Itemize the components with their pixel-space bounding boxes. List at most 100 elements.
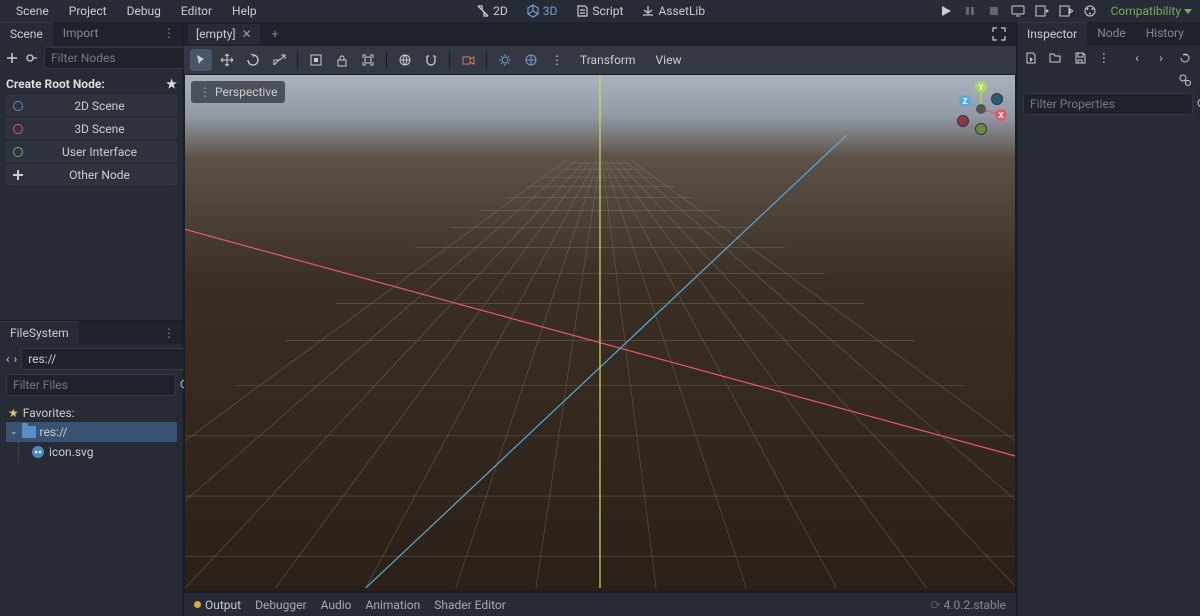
lock-button[interactable]	[331, 49, 353, 71]
3d-icon	[526, 4, 540, 18]
favorites-header: ★Favorites:	[6, 404, 177, 422]
menu-scene[interactable]: Scene	[8, 2, 57, 20]
rotate-mode-button[interactable]	[242, 49, 264, 71]
viewport-toolbar: ⋮ Transform View	[184, 46, 1016, 74]
favorite-star-icon[interactable]: ★	[166, 77, 177, 91]
godot-icon	[31, 445, 45, 459]
scene-dock-tab[interactable]: Scene	[0, 22, 53, 45]
z-axis-line	[365, 135, 846, 588]
import-dock-tab[interactable]: Import	[53, 22, 109, 44]
shader-editor-tab[interactable]: Shader Editor	[434, 598, 506, 612]
animation-tab[interactable]: Animation	[366, 598, 421, 612]
history-menu-button[interactable]	[1176, 49, 1194, 67]
3d-viewport[interactable]: ⋮Perspective X Y Z	[184, 74, 1016, 592]
inspector-more-icon[interactable]: ⋮	[1096, 49, 1112, 67]
add-scene-tab-button[interactable]: +	[266, 24, 285, 44]
history-tab[interactable]: History	[1136, 22, 1194, 44]
load-resource-button[interactable]	[1047, 49, 1063, 67]
remote-debug-button[interactable]	[1009, 2, 1027, 20]
filesystem-tab[interactable]: FileSystem	[0, 321, 79, 344]
group-button[interactable]	[357, 49, 379, 71]
inspector-tab[interactable]: Inspector	[1017, 22, 1087, 45]
fs-back-button[interactable]: ‹	[6, 350, 10, 368]
history-forward-button[interactable]: ›	[1152, 49, 1170, 67]
gizmo-neg-x[interactable]	[957, 115, 969, 127]
filesystem-dock: FileSystem ⋮ ‹ › ★Favorites: ⌄ res://	[0, 320, 183, 616]
chevron-down-icon	[1184, 9, 1192, 14]
create-root-label: Create Root Node: ★	[6, 77, 177, 91]
camera-override-button[interactable]	[457, 49, 479, 71]
tab-2d[interactable]: 2D	[472, 2, 512, 20]
gizmo-neg-y[interactable]	[975, 123, 987, 135]
view-menu[interactable]: View	[648, 50, 690, 70]
gizmo-y[interactable]: Y	[975, 81, 987, 93]
renderer-dropdown[interactable]: Compatibility	[1111, 4, 1192, 18]
fs-root-folder[interactable]: ⌄ res://	[6, 422, 177, 442]
center-panel: [empty] ✕ + ⋮ Transform View	[184, 22, 1016, 616]
stop-button[interactable]	[985, 2, 1003, 20]
dock-options-icon[interactable]: ⋮	[155, 22, 183, 44]
movie-mode-button[interactable]	[1081, 2, 1099, 20]
preview-options-icon[interactable]: ⋮	[546, 49, 568, 71]
inspector-dock-options-icon[interactable]: ⋮	[1194, 22, 1200, 44]
local-space-button[interactable]	[394, 49, 416, 71]
fs-forward-button[interactable]: ›	[14, 350, 18, 368]
select-mode-button[interactable]	[190, 49, 212, 71]
distraction-free-button[interactable]	[986, 24, 1012, 44]
filter-properties-input[interactable]	[1023, 93, 1193, 115]
orientation-gizmo[interactable]: X Y Z	[953, 81, 1009, 137]
grid-floor	[185, 75, 1015, 588]
fs-file-icon-svg[interactable]: icon.svg	[27, 442, 177, 462]
debugger-tab[interactable]: Debugger	[255, 598, 307, 612]
root-2d-scene[interactable]: 2D Scene	[6, 95, 177, 116]
play-controls	[937, 2, 1099, 20]
menu-help[interactable]: Help	[224, 2, 265, 20]
output-tab[interactable]: Output	[194, 598, 241, 612]
gizmo-z[interactable]: Z	[959, 95, 971, 107]
add-node-button[interactable]	[6, 49, 18, 67]
script-icon	[575, 4, 589, 18]
root-3d-scene[interactable]: 3D Scene	[6, 118, 177, 139]
instance-scene-button[interactable]	[24, 49, 38, 67]
selectable-toggle-button[interactable]	[305, 49, 327, 71]
save-resource-button[interactable]	[1072, 49, 1088, 67]
snap-button[interactable]	[420, 49, 442, 71]
fs-filter-input[interactable]	[6, 374, 176, 396]
fs-path-input[interactable]	[21, 348, 191, 370]
perspective-dropdown[interactable]: ⋮Perspective	[191, 81, 285, 103]
play-scene-button[interactable]	[1033, 2, 1051, 20]
manage-object-button[interactable]	[1176, 71, 1194, 89]
root-user-interface[interactable]: User Interface	[6, 141, 177, 162]
folder-icon	[22, 426, 36, 438]
version-label: ⟳ 4.0.2.stable	[931, 598, 1006, 612]
node-tab[interactable]: Node	[1087, 22, 1136, 44]
history-back-button[interactable]: ‹	[1128, 49, 1146, 67]
pause-button[interactable]	[961, 2, 979, 20]
scene-tab-empty[interactable]: [empty] ✕	[188, 24, 260, 44]
gizmo-neg-z[interactable]	[991, 93, 1003, 105]
sun-toggle-button[interactable]	[494, 49, 516, 71]
assetlib-icon	[641, 4, 655, 18]
tab-script[interactable]: Script	[571, 2, 627, 20]
tab-assetlib[interactable]: AssetLib	[637, 2, 709, 20]
open-resource-button[interactable]	[1023, 49, 1039, 67]
transform-menu[interactable]: Transform	[572, 50, 644, 70]
left-dock: Scene Import ⋮ ⋮ Create Root Node: ★ 2D …	[0, 22, 184, 616]
close-tab-icon[interactable]: ✕	[242, 27, 252, 41]
audio-tab[interactable]: Audio	[321, 598, 352, 612]
move-mode-button[interactable]	[216, 49, 238, 71]
env-toggle-button[interactable]	[520, 49, 542, 71]
tab-3d[interactable]: 3D	[522, 2, 562, 20]
menu-project[interactable]: Project	[61, 2, 115, 20]
filesystem-options-icon[interactable]: ⋮	[155, 322, 183, 344]
play-button[interactable]	[937, 2, 955, 20]
menu-debug[interactable]: Debug	[119, 2, 169, 20]
right-dock: Inspector Node History ⋮ ⋮ ‹ ›	[1016, 22, 1200, 616]
menu-editor[interactable]: Editor	[173, 2, 220, 20]
scale-mode-button[interactable]	[268, 49, 290, 71]
gizmo-x[interactable]: X	[995, 109, 1007, 121]
play-custom-button[interactable]	[1057, 2, 1075, 20]
tree-collapse-icon[interactable]: ⌄	[10, 427, 18, 437]
root-other-node[interactable]: Other Node	[6, 164, 177, 185]
x-axis-line	[185, 229, 1015, 456]
